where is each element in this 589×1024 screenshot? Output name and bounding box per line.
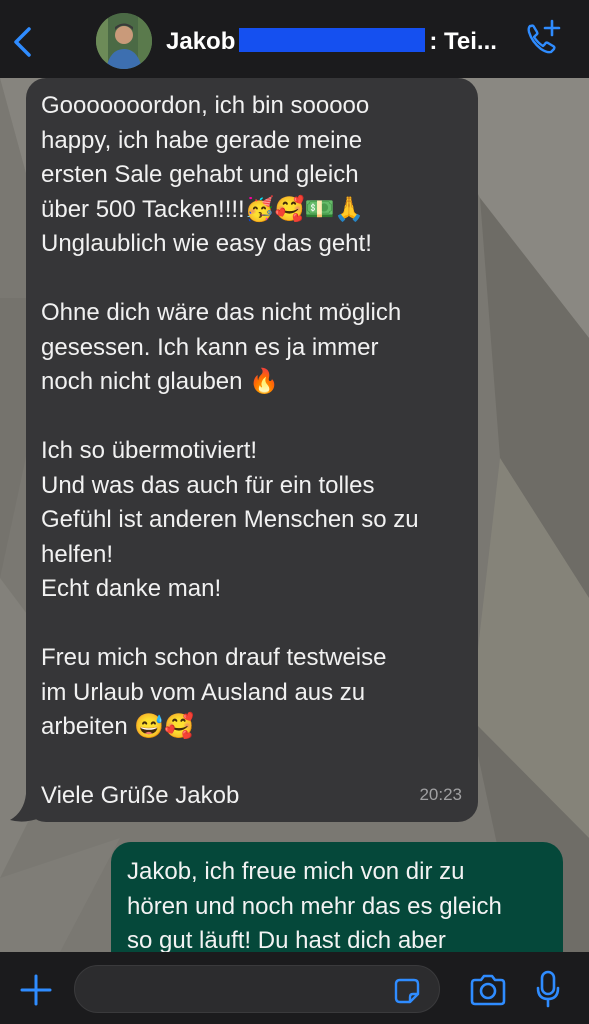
message-input[interactable] <box>74 965 440 1013</box>
message-line: im Urlaub vom Ausland aus zu <box>41 678 366 706</box>
incoming-message-bubble[interactable]: Gooooooordon, ich bin sooooo happy, ich … <box>26 78 478 822</box>
message-line: Ohne dich wäre das nicht möglich <box>41 299 402 326</box>
message-line: noch nicht glauben 🔥 <box>41 368 280 395</box>
message-line: gesessen. Ich kann es ja immer <box>41 333 379 361</box>
phone-plus-icon <box>527 19 561 54</box>
message-line: ersten Sale gehabt und gleich <box>41 161 359 188</box>
contact-name-first: Jakob <box>166 28 236 55</box>
message-line: so gut läuft! Du hast dich aber <box>127 927 446 952</box>
message-line: Ich so übermotiviert! <box>41 437 258 464</box>
attach-button[interactable] <box>18 972 54 1008</box>
message-line: Gefühl ist anderen Menschen so zu <box>41 506 419 533</box>
message-paragraph: Gooooooordon, ich bin sooooo happy, ich … <box>41 89 464 262</box>
contact-name[interactable]: Jakob : Tei... <box>166 28 511 56</box>
message-timestamp: 20:23 <box>419 784 462 804</box>
redaction-bar <box>239 28 426 52</box>
sticker-button[interactable] <box>392 976 422 1006</box>
chevron-left-icon <box>14 27 31 57</box>
add-call-button[interactable] <box>522 18 562 58</box>
message-paragraph: Freu mich schon drauf testweise im Urlau… <box>41 641 464 745</box>
chat-header: Jakob : Tei... <box>0 0 589 78</box>
camera-button[interactable] <box>468 973 508 1007</box>
back-button[interactable] <box>10 24 36 60</box>
message-line: Unglaublich wie easy das geht! <box>41 230 372 257</box>
message-paragraph: Ich so übermotiviert! Und was das auch f… <box>41 434 464 607</box>
message-line: Gooooooordon, ich bin sooooo <box>41 92 370 119</box>
message-paragraph: Ohne dich wäre das nicht möglich gesesse… <box>41 296 464 400</box>
sticker-icon <box>394 978 420 1004</box>
message-line: Und was das auch für ein tolles <box>41 471 375 499</box>
camera-icon <box>470 974 506 1006</box>
message-line: Viele Grüße Jakob <box>41 782 240 809</box>
message-line: Freu mich schon drauf testweise <box>41 644 387 671</box>
microphone-icon <box>536 970 560 1008</box>
message-line: helfen! <box>41 540 114 568</box>
message-line: über 500 Tacken!!!!🥳🥰💵🙏 <box>41 195 365 223</box>
message-paragraph: Viele Grüße Jakob <box>41 779 464 814</box>
plus-icon <box>20 974 52 1006</box>
contact-avatar[interactable] <box>96 13 152 69</box>
message-line: hören und noch mehr das es gleich <box>127 892 502 920</box>
outgoing-message-bubble[interactable]: Jakob, ich freue mich von dir zu hören u… <box>111 842 563 952</box>
contact-name-rest: : Tei... <box>429 28 497 55</box>
message-line: happy, ich habe gerade meine <box>41 126 363 154</box>
message-line: arbeiten 😅🥰 <box>41 713 195 740</box>
message-line: Echt danke man! <box>41 575 222 602</box>
avatar-image <box>96 13 152 69</box>
chat-area[interactable]: Gooooooordon, ich bin sooooo happy, ich … <box>0 78 589 952</box>
microphone-button[interactable] <box>535 969 561 1009</box>
message-line: Jakob, ich freue mich von dir zu <box>127 858 465 885</box>
